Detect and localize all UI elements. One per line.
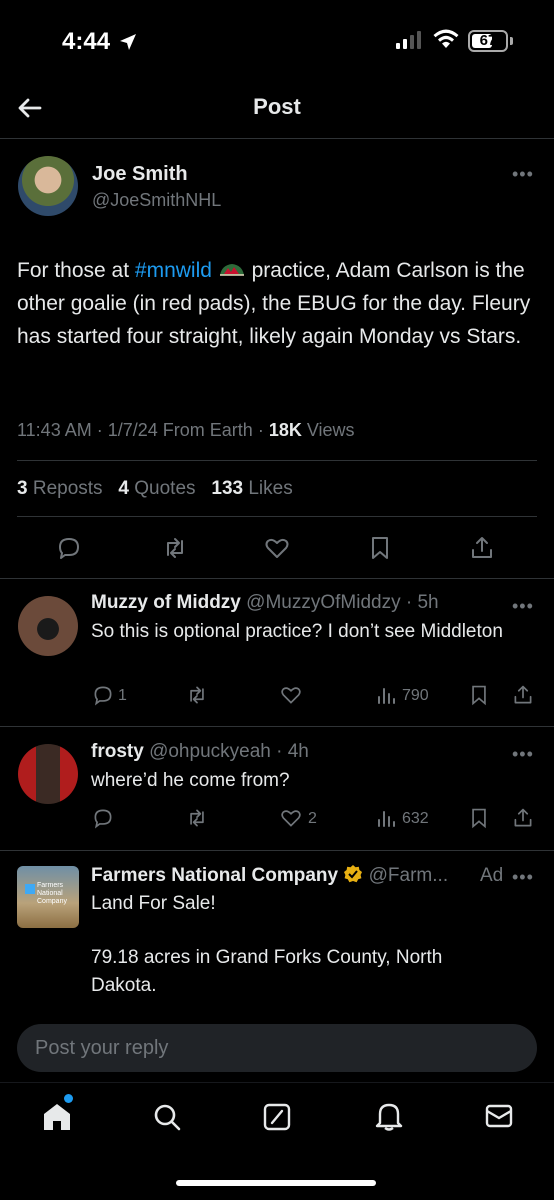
grok-icon[interactable] (262, 1102, 292, 1132)
reply-header: frosty @ohpuckyeah · 4h (91, 741, 309, 763)
reply-header: Muzzy of Middzy @MuzzyOfMiddzy · 5h (91, 592, 439, 614)
likes-count: 133 (211, 478, 244, 499)
wifi-icon (433, 29, 459, 48)
post-source: From Earth (162, 420, 253, 440)
battery-indicator: 67 (468, 30, 508, 52)
views-count: 790 (402, 687, 429, 704)
views-chart-icon[interactable] (376, 685, 396, 705)
views-chart-icon[interactable] (376, 808, 396, 828)
views-count: 18K (268, 420, 302, 440)
reply-text: So this is optional practice? I don’t se… (91, 621, 503, 642)
reply-icon[interactable] (92, 684, 114, 706)
share-icon[interactable] (469, 535, 495, 561)
ad-text-line2: 79.18 acres in Grand Forks County, North… (91, 947, 443, 996)
verified-badge-icon (344, 865, 363, 883)
post-stats: 3 Reposts 4 Quotes 133 Likes (17, 478, 293, 500)
home-icon[interactable] (40, 1100, 74, 1134)
notifications-icon[interactable] (374, 1100, 404, 1132)
farm-logo-icon (25, 884, 35, 894)
like-heart-icon[interactable] (264, 535, 290, 561)
bookmark-icon[interactable] (468, 807, 490, 829)
ad-label: Ad (480, 865, 504, 886)
reply-count: 1 (118, 687, 127, 704)
ad-author-handle[interactable]: @Farm... (369, 865, 448, 886)
cellular-signal-icon (396, 31, 421, 49)
likes-label: Likes (248, 478, 293, 499)
reply-time: 4h (287, 741, 309, 762)
battery-percentage: 67 (479, 32, 497, 49)
notification-dot (64, 1094, 73, 1103)
reply-author-handle[interactable]: @ohpuckyeah (149, 741, 271, 762)
reply-input[interactable] (17, 1024, 537, 1072)
reply-author-name[interactable]: frosty (91, 741, 144, 762)
post-meta: 11:43 AM · 1/7/24 From Earth · 18K Views (17, 420, 355, 440)
likes-stat[interactable]: 133 Likes (211, 478, 292, 499)
reply-avatar[interactable] (18, 596, 78, 656)
quotes-stat[interactable]: 4 Quotes (118, 478, 195, 499)
page-title: Post (253, 94, 301, 119)
post-date[interactable]: 1/7/24 (108, 420, 158, 440)
messages-icon[interactable] (484, 1103, 514, 1129)
author-avatar[interactable] (18, 156, 78, 216)
share-icon[interactable] (512, 807, 534, 829)
ad-header: Farmers National Company @Farm... (91, 864, 448, 887)
divider (0, 850, 554, 851)
reply-author-name[interactable]: Muzzy of Middzy (91, 592, 241, 613)
author-handle[interactable]: @JoeSmithNHL (92, 190, 221, 211)
location-arrow-icon (120, 34, 136, 50)
reply-time: 5h (417, 592, 439, 613)
reply-icon[interactable] (92, 807, 114, 829)
ad-text-line1: Land For Sale! (91, 893, 216, 914)
ad-author-name[interactable]: Farmers National Company (91, 865, 338, 886)
repost-icon[interactable] (186, 684, 208, 706)
more-options-icon[interactable]: ••• (512, 744, 534, 765)
bookmark-icon[interactable] (367, 535, 393, 561)
home-indicator (176, 1180, 376, 1186)
search-icon[interactable] (152, 1102, 182, 1132)
repost-icon[interactable] (186, 807, 208, 829)
bookmark-icon[interactable] (468, 684, 490, 706)
like-count: 2 (308, 810, 317, 827)
advertiser-logo-text: Farmers National Company (37, 882, 67, 905)
more-options-icon[interactable]: ••• (512, 596, 534, 617)
views-label: Views (306, 420, 355, 440)
header-divider (0, 138, 554, 139)
divider (0, 578, 554, 579)
like-heart-icon[interactable] (280, 684, 302, 706)
like-heart-icon[interactable] (280, 807, 302, 829)
views-count: 632 (402, 810, 429, 827)
advertiser-logo[interactable]: Farmers National Company (17, 866, 79, 928)
reply-avatar[interactable] (18, 744, 78, 804)
post-text-start: For those at (17, 259, 135, 282)
hashtag-link[interactable]: #mnwild (135, 259, 212, 282)
reply-dot: · (270, 741, 288, 762)
battery-tip (510, 37, 513, 45)
reply-dot: · (400, 592, 418, 613)
divider (17, 460, 537, 461)
quotes-label: Quotes (134, 478, 196, 499)
quotes-count: 4 (118, 478, 129, 499)
reply-author-handle[interactable]: @MuzzyOfMiddzy (246, 592, 400, 613)
reposts-label: Reposts (32, 478, 103, 499)
wild-logo-emoji-icon (219, 264, 244, 276)
reposts-count: 3 (17, 478, 28, 499)
divider (0, 726, 554, 727)
post-time[interactable]: 11:43 AM (17, 420, 92, 440)
reply-icon[interactable] (56, 535, 82, 561)
more-options-icon[interactable]: ••• (512, 867, 534, 888)
more-options-icon[interactable]: ••• (512, 164, 534, 185)
reposts-stat[interactable]: 3 Reposts (17, 478, 103, 499)
author-name[interactable]: Joe Smith (92, 163, 188, 186)
share-icon[interactable] (512, 684, 534, 706)
divider (17, 516, 537, 517)
post-body: For those at #mnwild practice, Adam Carl… (17, 254, 542, 353)
status-time: 4:44 (62, 28, 111, 55)
reply-text: where’d he come from? (91, 770, 290, 791)
repost-icon[interactable] (162, 535, 188, 561)
